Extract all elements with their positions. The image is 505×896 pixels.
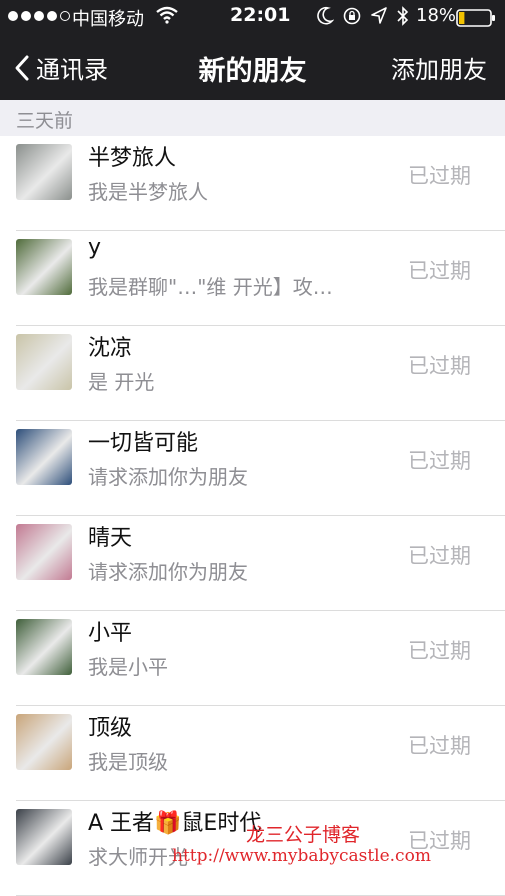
navigation-bar: 通讯录 新的朋友 添加朋友 — [0, 34, 505, 100]
friend-name: 晴天 — [88, 526, 133, 551]
request-status-label: 已过期 — [408, 164, 471, 188]
status-bar: 中国移动 22:01 18% — [0, 0, 505, 34]
friend-request-message: 我是半梦旅人 — [88, 180, 208, 204]
clock: 22:01 — [230, 4, 291, 26]
friend-request-list: 半梦旅人 我是半梦旅人 已过期 y 我是群聊"…"维 开光】攻… 已过期 沈凉是 开光 已过期… — [0, 136, 505, 896]
avatar[interactable] — [16, 429, 72, 485]
section-header: 三天前 — [0, 100, 505, 136]
friend-request-message: 我是小平 — [88, 655, 168, 679]
friend-request-message: 我是顶级 — [88, 750, 168, 774]
battery-icon — [456, 9, 496, 32]
friend-request-item[interactable]: y 我是群聊"…"维 开光】攻… 已过期 — [0, 231, 505, 326]
avatar[interactable] — [16, 334, 72, 390]
friend-request-item[interactable]: 半梦旅人我是半梦旅人 已过期 — [0, 136, 505, 231]
avatar[interactable] — [16, 239, 72, 295]
friend-name: y — [88, 235, 102, 260]
friend-name: 半梦旅人 — [88, 146, 177, 171]
signal-strength-icon — [8, 11, 70, 21]
request-status-label: 已过期 — [408, 259, 471, 283]
friend-name: 沈凉 — [88, 336, 133, 361]
location-icon — [371, 7, 387, 24]
friend-name: A 王者🎁鼠E时代 — [88, 811, 262, 836]
friend-name: 小平 — [88, 621, 133, 646]
watermark-url: http://www.mybabycastle.com — [172, 846, 431, 866]
avatar[interactable] — [16, 619, 72, 675]
wifi-icon — [156, 6, 178, 29]
add-friend-button[interactable]: 添加朋友 — [391, 50, 487, 85]
friend-name: 顶级 — [88, 716, 133, 741]
status-icons — [316, 6, 410, 26]
friend-name: 一切皆可能 — [88, 431, 199, 456]
friend-request-message: 是 开光 — [88, 370, 155, 394]
friend-request-item[interactable]: 晴天请求添加你为朋友 已过期 — [0, 516, 505, 611]
rotation-lock-icon — [343, 7, 361, 25]
request-status-label: 已过期 — [408, 544, 471, 568]
moon-icon — [317, 6, 334, 25]
friend-request-message: 请求添加你为朋友 — [88, 560, 248, 584]
friend-request-item[interactable]: 一切皆可能请求添加你为朋友 已过期 — [0, 421, 505, 516]
avatar[interactable] — [16, 144, 72, 200]
friend-request-item[interactable]: 顶级我是顶级 已过期 — [0, 706, 505, 801]
bluetooth-icon — [397, 6, 409, 26]
request-status-label: 已过期 — [408, 734, 471, 758]
avatar[interactable] — [16, 714, 72, 770]
battery-percentage: 18% — [416, 5, 457, 26]
friend-request-message: 我是群聊"…"维 开光】攻… — [88, 275, 333, 299]
friend-request-item[interactable]: 小平我是小平 已过期 — [0, 611, 505, 706]
avatar[interactable] — [16, 809, 72, 865]
carrier-name: 中国移动 — [72, 9, 144, 30]
friend-request-item[interactable]: 沈凉是 开光 已过期 — [0, 326, 505, 421]
request-status-label: 已过期 — [408, 449, 471, 473]
avatar[interactable] — [16, 524, 72, 580]
friend-request-message: 请求添加你为朋友 — [88, 465, 248, 489]
request-status-label: 已过期 — [408, 354, 471, 378]
request-status-label: 已过期 — [408, 639, 471, 663]
watermark-title: 龙三公子博客 — [246, 824, 361, 846]
